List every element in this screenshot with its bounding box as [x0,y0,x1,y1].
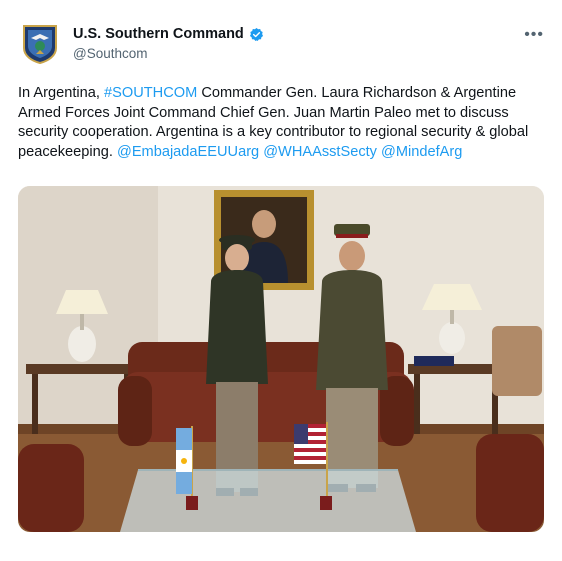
handle[interactable]: @Southcom [73,46,148,61]
photo-illustration [18,186,544,532]
mention-link[interactable]: @EmbajadaEEUUarg [117,144,259,160]
avatar[interactable] [22,24,58,65]
tweet-card: U.S. Southern Command @Southcom ••• In A… [0,0,562,561]
glass-coffee-table [120,469,416,532]
verified-badge-icon [249,27,263,41]
mention-link[interactable]: @WHAAsstSecty [263,144,377,160]
display-name[interactable]: U.S. Southern Command [73,26,244,42]
tweet-text: In Argentina, #SOUTHCOM Commander Gen. L… [18,84,546,162]
tweet-photo[interactable] [18,186,544,532]
southcom-crest-icon [23,25,57,65]
mention-link[interactable]: @MindefArg [381,144,462,160]
name-row: U.S. Southern Command [73,26,264,42]
hashtag-link[interactable]: #SOUTHCOM [104,85,197,101]
more-options-icon[interactable]: ••• [524,26,544,44]
tweet-text-segment: In Argentina, [18,85,105,101]
